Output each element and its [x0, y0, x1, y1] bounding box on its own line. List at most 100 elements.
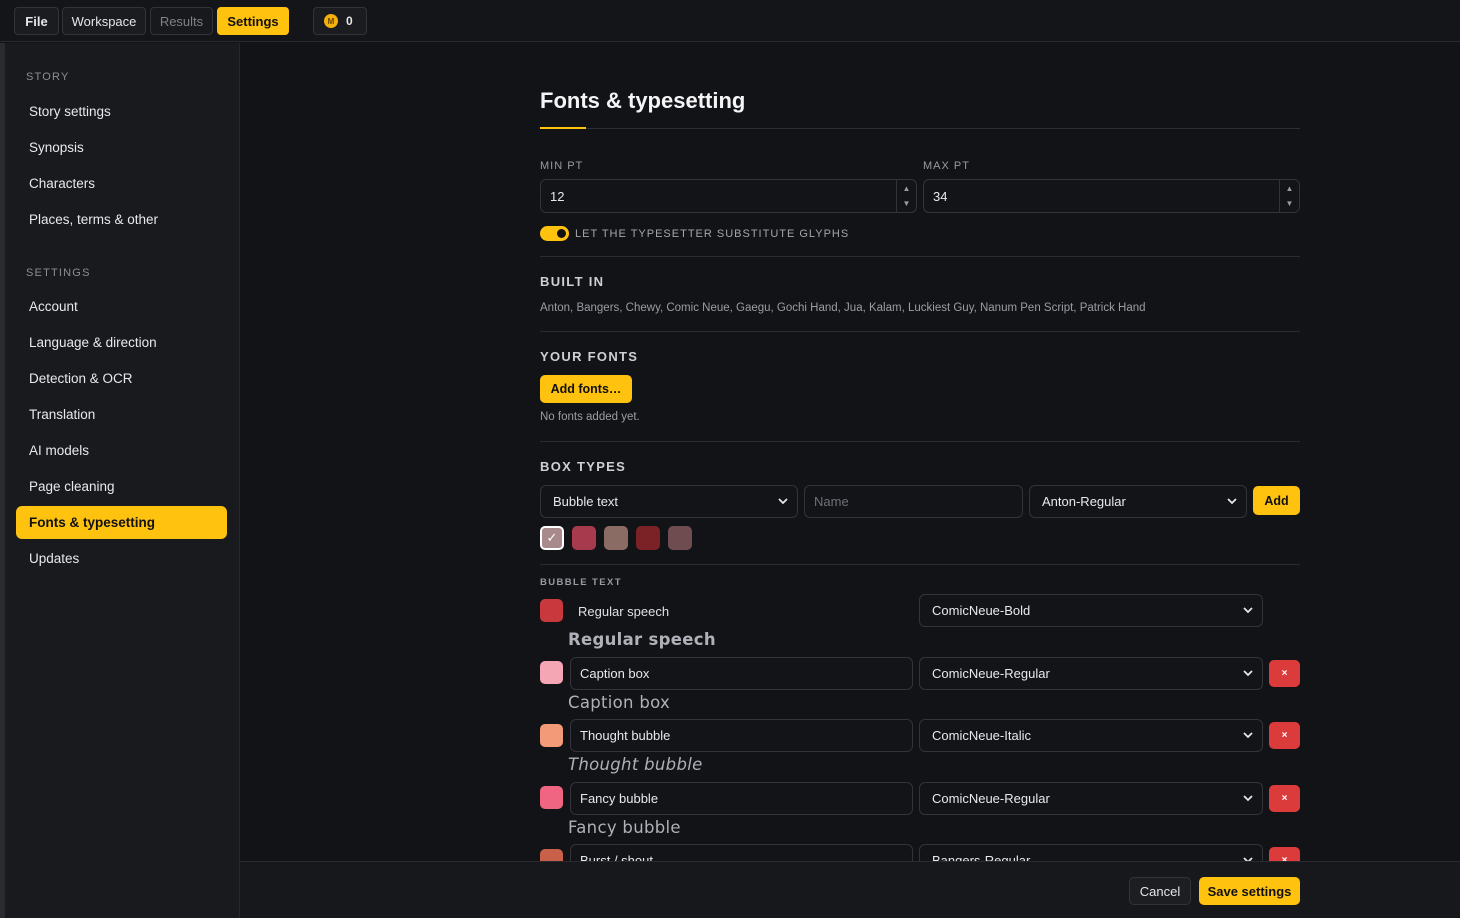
add-fonts-button[interactable]: Add fonts…: [540, 375, 632, 403]
row-name-input[interactable]: Thought bubble: [570, 719, 913, 752]
min-pt-stepper[interactable]: ▲ ▼: [896, 180, 916, 212]
min-pt-input[interactable]: 12 ▲ ▼: [540, 179, 917, 213]
your-fonts-heading: YOUR FONTS: [540, 349, 639, 364]
chevron-down-icon: [778, 498, 788, 505]
remove-row-button[interactable]: ×: [1269, 785, 1300, 812]
divider: [540, 564, 1300, 565]
color-swatch-selected[interactable]: ✓: [540, 526, 564, 550]
row-preview: Regular speech: [568, 630, 716, 649]
sidebar-item-story-settings[interactable]: Story settings: [16, 95, 227, 128]
row-font-select[interactable]: ComicNeue-Regular: [919, 782, 1263, 815]
remove-row-button[interactable]: ×: [1269, 847, 1300, 861]
chevron-down-icon: [1243, 607, 1253, 614]
chevron-down-icon: [1227, 498, 1237, 505]
sidebar-item-translation[interactable]: Translation: [16, 398, 227, 431]
row-name-input[interactable]: Caption box: [570, 657, 913, 690]
row-name-regular-speech: Regular speech: [578, 604, 670, 619]
title-divider: [540, 128, 1300, 129]
max-pt-input[interactable]: 34 ▲ ▼: [923, 179, 1300, 213]
min-pt-label: MIN PT: [540, 160, 584, 172]
max-pt-stepper[interactable]: ▲ ▼: [1279, 180, 1299, 212]
color-swatch[interactable]: [636, 526, 660, 550]
sidebar-item-fonts[interactable]: Fonts & typesetting: [16, 506, 227, 539]
sidebar-item-language[interactable]: Language & direction: [16, 326, 227, 359]
color-swatch[interactable]: [604, 526, 628, 550]
built-in-fonts-list: Anton, Bangers, Chewy, Comic Neue, Gaegu…: [540, 302, 1146, 314]
sidebar-heading-settings: SETTINGS: [26, 267, 91, 279]
sidebar-item-places[interactable]: Places, terms & other: [16, 203, 227, 236]
row-font-select[interactable]: ComicNeue-Regular: [919, 657, 1263, 690]
box-type-select[interactable]: Bubble text: [540, 485, 798, 518]
row-font-value: ComicNeue-Regular: [932, 666, 1050, 681]
no-fonts-text: No fonts added yet.: [540, 411, 640, 423]
sidebar: STORY Story settings Synopsis Characters…: [5, 43, 240, 918]
footer-bar: Cancel Save settings: [240, 861, 1460, 918]
coin-icon: M: [324, 14, 338, 28]
sidebar-item-account[interactable]: Account: [16, 290, 227, 323]
row-font-select[interactable]: ComicNeue-Bold: [919, 594, 1263, 627]
row-preview: Caption box: [568, 693, 671, 712]
page-title: Fonts & typesetting: [540, 88, 746, 113]
sidebar-item-ai-models[interactable]: AI models: [16, 434, 227, 467]
min-pt-value: 12: [550, 188, 565, 204]
sidebar-item-updates[interactable]: Updates: [16, 542, 227, 575]
box-type-value: Bubble text: [553, 494, 619, 509]
row-color-swatch[interactable]: [540, 849, 563, 861]
box-name-input[interactable]: Name: [804, 485, 1023, 518]
cancel-button[interactable]: Cancel: [1129, 877, 1191, 905]
box-font-select[interactable]: Anton-Regular: [1029, 485, 1247, 518]
row-font-select[interactable]: Bangers-Regular: [919, 844, 1263, 861]
divider: [540, 256, 1300, 257]
box-font-value: Anton-Regular: [1042, 494, 1126, 509]
row-name-input[interactable]: Fancy bubble: [570, 782, 913, 815]
color-swatch[interactable]: [668, 526, 692, 550]
sidebar-item-page-cleaning[interactable]: Page cleaning: [16, 470, 227, 503]
add-box-type-button[interactable]: Add: [1253, 486, 1300, 515]
step-down-icon[interactable]: ▼: [903, 196, 911, 211]
credits-badge[interactable]: M 0: [313, 7, 367, 35]
row-font-value: ComicNeue-Italic: [932, 728, 1031, 743]
box-types-heading: BOX TYPES: [540, 459, 627, 474]
row-name-input[interactable]: Burst / shout: [570, 844, 913, 861]
sidebar-item-synopsis[interactable]: Synopsis: [16, 131, 227, 164]
row-color-swatch[interactable]: [540, 599, 563, 622]
row-font-value: ComicNeue-Regular: [932, 791, 1050, 806]
row-color-swatch[interactable]: [540, 661, 563, 684]
step-up-icon[interactable]: ▲: [903, 181, 911, 196]
row-preview: Thought bubble: [568, 755, 703, 774]
tab-settings[interactable]: Settings: [217, 7, 289, 35]
tab-file[interactable]: File: [14, 7, 59, 35]
box-name-placeholder: Name: [814, 494, 849, 509]
save-settings-button[interactable]: Save settings: [1199, 877, 1300, 905]
row-color-swatch[interactable]: [540, 724, 563, 747]
chevron-down-icon: [1243, 857, 1253, 861]
chevron-down-icon: [1243, 732, 1253, 739]
row-name-value: Thought bubble: [580, 728, 671, 743]
built-in-heading: BUILT IN: [540, 274, 605, 289]
divider: [540, 441, 1300, 442]
toggle-knob: [557, 229, 566, 238]
remove-row-button[interactable]: ×: [1269, 722, 1300, 749]
remove-row-button[interactable]: ×: [1269, 660, 1300, 687]
chevron-down-icon: [1243, 795, 1253, 802]
main-panel[interactable]: Fonts & typesetting MIN PT MAX PT 12 ▲ ▼ …: [240, 43, 1460, 861]
step-down-icon[interactable]: ▼: [1286, 196, 1294, 211]
row-name-value: Fancy bubble: [580, 791, 659, 806]
row-font-select[interactable]: ComicNeue-Italic: [919, 719, 1263, 752]
tab-workspace[interactable]: Workspace: [62, 7, 146, 35]
row-name-value: Caption box: [580, 666, 650, 681]
step-up-icon[interactable]: ▲: [1286, 181, 1294, 196]
tab-results[interactable]: Results: [150, 7, 213, 35]
row-font-value: Bangers-Regular: [932, 853, 1031, 861]
sidebar-item-characters[interactable]: Characters: [16, 167, 227, 200]
credits-value: 0: [346, 14, 353, 28]
title-accent: [540, 127, 586, 129]
substitute-glyphs-toggle[interactable]: [540, 226, 569, 241]
sidebar-item-detection[interactable]: Detection & OCR: [16, 362, 227, 395]
color-swatch[interactable]: [572, 526, 596, 550]
max-pt-value: 34: [933, 188, 948, 204]
row-name-value: Burst / shout: [580, 853, 653, 861]
row-color-swatch[interactable]: [540, 786, 563, 809]
substitute-glyphs-label: LET THE TYPESETTER SUBSTITUTE GLYPHS: [575, 228, 850, 240]
row-font-value: ComicNeue-Bold: [932, 603, 1031, 618]
